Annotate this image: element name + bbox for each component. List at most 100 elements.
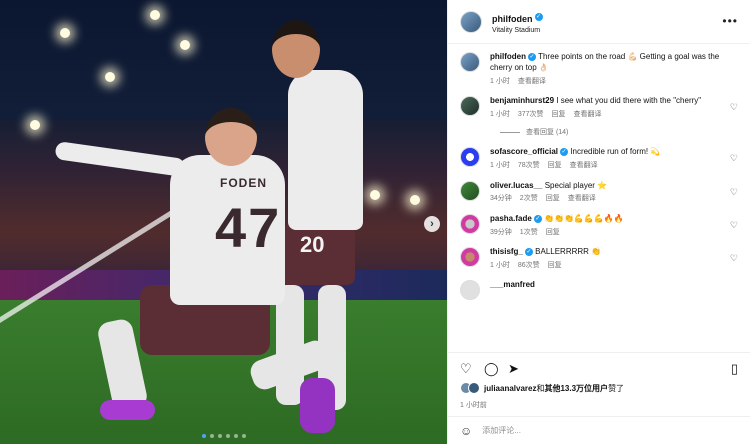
comment-text: thisisfg_ ✓ BALLERRRRR 👏 1 小时 86次赞 回复 [490, 247, 725, 270]
timestamp: 39分钟 [490, 228, 512, 236]
comment-text: benjaminhurst29 I see what you did there… [490, 96, 725, 119]
smile-icon[interactable]: ☺ [460, 424, 472, 438]
like-count[interactable]: 78次赞 [518, 161, 540, 170]
post-sidebar: philfoden ✓ Vitality Stadium ••• philfode… [447, 0, 750, 444]
comment: sofascore_official ✓ Incredible run of fo… [460, 147, 738, 170]
username-link[interactable]: philfoden [490, 52, 526, 61]
carousel-dot[interactable] [217, 434, 222, 438]
heart-icon[interactable]: ♡ [730, 102, 738, 113]
translate-link[interactable]: 查看翻译 [518, 77, 546, 86]
like-count[interactable]: 86次赞 [518, 261, 540, 270]
stadium-light [180, 40, 190, 50]
shorts-number: 20 [300, 232, 325, 257]
add-comment-bar: ☺ 添加评论... [448, 416, 750, 444]
player-head [272, 20, 320, 78]
heart-icon[interactable]: ♡ [730, 187, 738, 198]
comment-text: oliver.lucas__ Special player ⭐ 34分钟 2次赞… [490, 181, 725, 204]
carousel-dot[interactable] [241, 434, 246, 438]
boot [300, 378, 335, 433]
share-icon[interactable]: ➤ [508, 361, 519, 377]
comment-meta: 34分钟 2次赞 回复 查看翻译 [490, 194, 725, 203]
avatar[interactable] [460, 96, 480, 117]
comment: oliver.lucas__ Special player ⭐ 34分钟 2次赞… [460, 180, 738, 204]
verified-icon: ✓ [533, 214, 542, 223]
heart-icon[interactable]: ♡ [730, 253, 738, 264]
jersey-name: FODEN [220, 176, 267, 190]
more-icon[interactable]: ••• [722, 14, 738, 28]
avatar[interactable] [460, 246, 480, 267]
stadium-light [150, 10, 160, 20]
avatar[interactable] [460, 10, 482, 33]
heart-icon[interactable]: ♡ [730, 153, 738, 164]
caption-meta: 1 小时 查看翻译 [490, 77, 725, 86]
comment-body: Incredible run of form! 💫 [570, 147, 661, 157]
username-link[interactable]: oliver.lucas__ [490, 181, 542, 190]
like-count[interactable]: 377次赞 [518, 110, 544, 119]
likes-end: 赞了 [608, 383, 625, 393]
caption: philfoden ✓ Three points on the road 💪🏻 G… [460, 52, 738, 86]
comment-meta: 1 小时 86次赞 回复 [490, 261, 725, 270]
avatar[interactable] [460, 147, 480, 168]
timestamp: 1 小时 [490, 77, 510, 85]
timestamp: 34分钟 [490, 195, 512, 203]
stadium-light [105, 72, 115, 82]
carousel-dot[interactable] [201, 434, 206, 438]
username-link[interactable]: ___manfred [490, 280, 535, 289]
likes-others[interactable]: 其他13.3万位用户 [544, 384, 608, 393]
translate-link[interactable]: 查看翻译 [574, 110, 602, 119]
view-replies-label[interactable]: 查看回复 (14) [526, 127, 568, 137]
translate-link[interactable]: 查看翻译 [570, 161, 598, 170]
caption-text: philfoden ✓ Three points on the road 💪🏻 G… [490, 52, 725, 86]
heart-icon[interactable]: ♡ [730, 220, 738, 231]
comment-body: BALLERRRRR 👏 [535, 246, 602, 256]
translate-link[interactable]: 查看翻译 [568, 194, 596, 203]
comment-text: pasha.fade ✓ 👏👏👏💪💪💪🔥🔥 39分钟 1次赞 回复 [490, 214, 725, 237]
bookmark-icon[interactable]: ▯ [731, 361, 738, 377]
likes-summary[interactable]: juliaanalvarez和其他13.3万位用户赞了 [448, 380, 750, 396]
carousel-dot[interactable] [209, 434, 214, 438]
reply-link[interactable]: 回复 [548, 261, 562, 270]
comment-meta: 39分钟 1次赞 回复 [490, 228, 725, 237]
comment-input[interactable]: 添加评论... [482, 425, 521, 436]
comment: thisisfg_ ✓ BALLERRRRR 👏 1 小时 86次赞 回复 ♡ [460, 246, 738, 270]
boot [100, 400, 155, 420]
carousel-dot[interactable] [225, 434, 230, 438]
post-photo[interactable]: 20 FODEN 47 › [0, 0, 447, 444]
avatar[interactable] [460, 180, 480, 201]
like-count[interactable]: 2次赞 [520, 194, 538, 203]
carousel-dots [0, 434, 447, 438]
post-author: philfoden ✓ Vitality Stadium [492, 8, 543, 36]
reply-link[interactable]: 回复 [546, 228, 560, 237]
post-viewer: 20 FODEN 47 › philfoden ✓ Vitality Stadiu… [0, 0, 750, 444]
comments-list[interactable]: philfoden ✓ Three points on the road 💪🏻 G… [448, 44, 750, 352]
carousel-dot[interactable] [233, 434, 238, 438]
username-link[interactable]: pasha.fade [490, 214, 532, 223]
location-link[interactable]: Vitality Stadium [492, 27, 543, 35]
stadium-light [30, 120, 40, 130]
heart-icon[interactable]: ♡ [460, 361, 472, 377]
next-arrow-icon[interactable]: › [424, 216, 440, 232]
avatar[interactable] [460, 213, 480, 234]
like-count[interactable]: 1次赞 [520, 228, 538, 237]
timestamp: 1 小时 [490, 162, 510, 170]
reply-link[interactable]: 回复 [546, 194, 560, 203]
username-link[interactable]: thisisfg_ [490, 247, 523, 256]
liker-username[interactable]: juliaanalvarez [484, 384, 536, 393]
avatar[interactable] [460, 280, 480, 301]
username-link[interactable]: benjaminhurst29 [490, 96, 554, 105]
verified-icon: ✓ [534, 13, 543, 22]
comment-text: sofascore_official ✓ Incredible run of fo… [490, 147, 725, 170]
reply-link[interactable]: 回复 [552, 110, 566, 119]
reply-link[interactable]: 回复 [548, 161, 562, 170]
comment: pasha.fade ✓ 👏👏👏💪💪💪🔥🔥 39分钟 1次赞 回复 ♡ [460, 213, 738, 237]
comment-icon[interactable]: ◯ [484, 361, 499, 377]
avatar[interactable] [460, 52, 480, 72]
likes-text: juliaanalvarez和其他13.3万位用户赞了 [484, 383, 624, 394]
username-link[interactable]: philfoden [492, 14, 533, 24]
player-head [205, 108, 257, 166]
comment-meta: 1 小时 377次赞 回复 查看翻译 [490, 110, 725, 119]
username-link[interactable]: sofascore_official [490, 147, 558, 156]
view-replies[interactable]: 查看回复 (14) [500, 127, 738, 137]
stadium-light [60, 28, 70, 38]
comment-body: 👏👏👏💪💪💪🔥🔥 [544, 213, 624, 223]
